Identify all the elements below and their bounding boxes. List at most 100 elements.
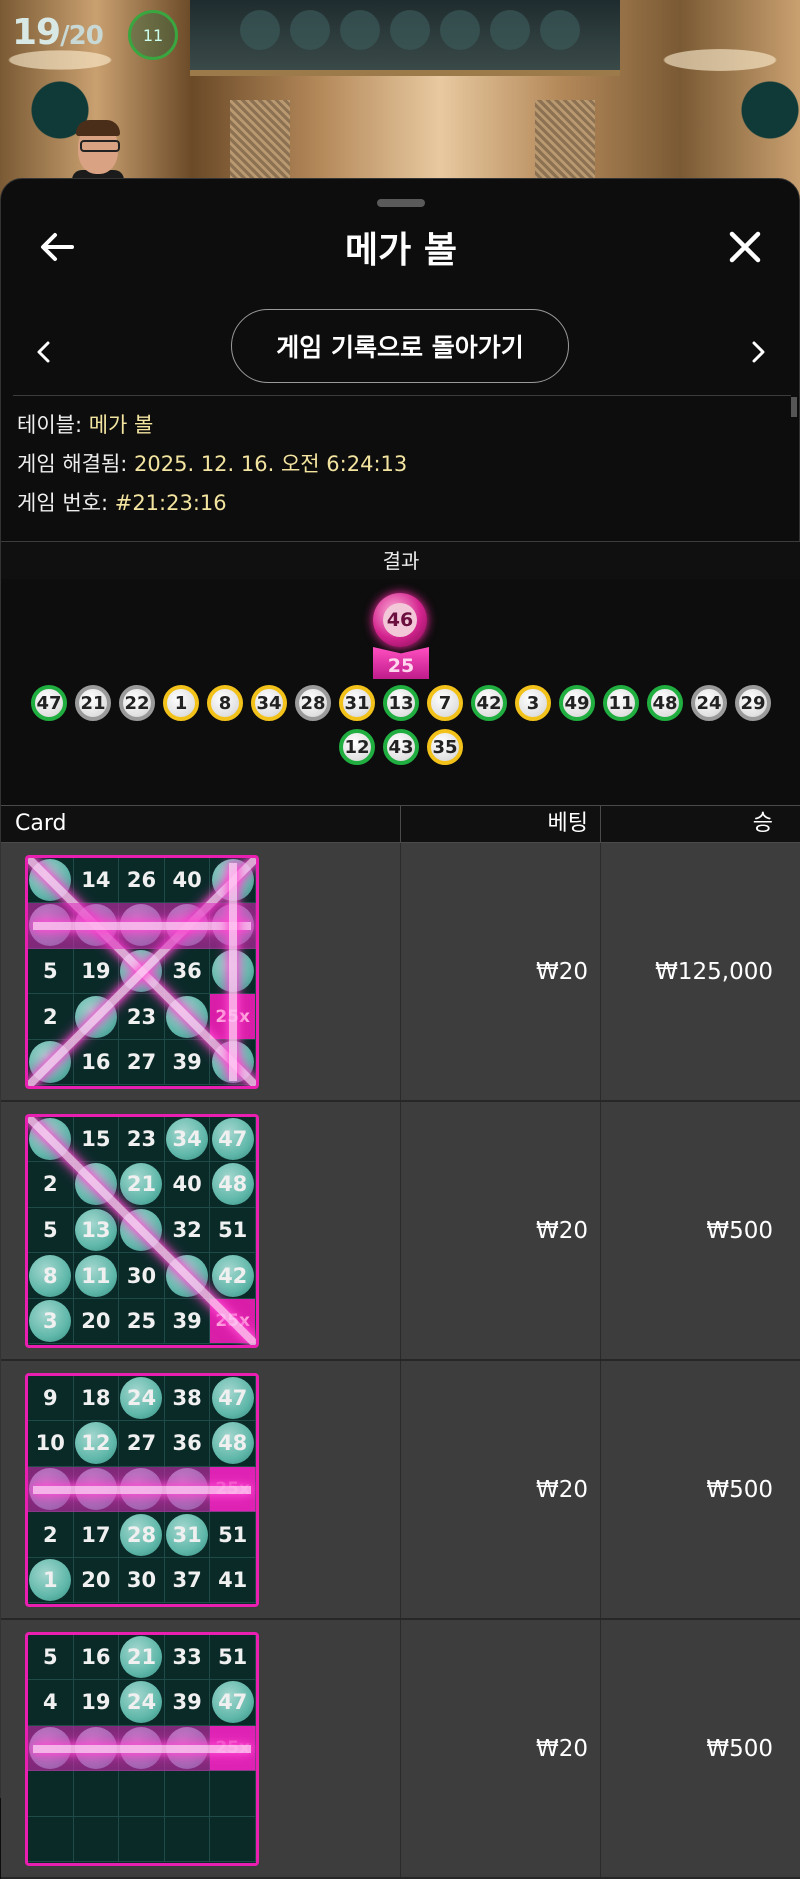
- card-square: 24: [119, 1375, 165, 1422]
- col-bet-header: 베팅: [401, 806, 601, 842]
- result-section: 46 25 47 21 22 1 8 34 28 31 13 7 42 3 49 11 48 24 29 12 43…: [1, 579, 800, 805]
- game-detail-panel: 메가 볼 게임 기록으로 돌아가기 테이블: 메가 볼 게임 해결됨: 2025…: [0, 178, 800, 1879]
- card-square: 8: [28, 1253, 74, 1299]
- card-square: 41: [210, 1557, 256, 1604]
- chevron-right-icon: [752, 341, 765, 363]
- card-square: 34: [164, 1116, 211, 1163]
- card-square: [73, 994, 120, 1040]
- card-square: 39: [164, 1039, 211, 1086]
- close-button[interactable]: [717, 219, 773, 275]
- card-square: 2: [28, 1512, 74, 1558]
- card-square: 48: [210, 1421, 256, 1467]
- card-square: [73, 1725, 120, 1772]
- card-square: 1: [28, 1557, 74, 1604]
- drawn-ball: 7: [427, 685, 463, 721]
- card-square: 2: [28, 1162, 74, 1208]
- card-square: 2: [28, 994, 74, 1040]
- card-square: 13: [73, 1207, 120, 1254]
- card-square: 25: [119, 1298, 165, 1345]
- card-square: 9: [28, 1375, 74, 1422]
- card-square: 16: [73, 1039, 120, 1086]
- drawn-ball: 21: [75, 685, 111, 721]
- card-square: 19: [73, 948, 120, 995]
- card-square: 47: [210, 1680, 256, 1726]
- decor-dot: [490, 10, 530, 50]
- card-square: 36: [164, 1421, 211, 1467]
- previous-game-button[interactable]: [23, 317, 63, 387]
- mega-square: 25x: [210, 1466, 256, 1513]
- card-square: 40: [164, 1162, 211, 1208]
- drawn-ball: 49: [559, 685, 595, 721]
- card-square: [73, 1466, 120, 1513]
- round-ring: 11: [128, 10, 178, 60]
- close-icon: [729, 231, 761, 263]
- card-square: [73, 1162, 120, 1208]
- card-square: [119, 1725, 165, 1772]
- card-square: 51: [210, 1634, 256, 1681]
- card-square: 38: [164, 1375, 211, 1422]
- card-square: 19: [73, 1680, 120, 1726]
- card-square: [73, 903, 120, 949]
- card-square: 18: [73, 1375, 120, 1422]
- scrollbar-thumb[interactable]: [791, 397, 797, 417]
- drawn-ball: 35: [427, 729, 463, 765]
- bet-amount: ₩20: [401, 1620, 601, 1877]
- table-body: 14 26 40 5 19 36 2 23 25x 16 27 39 ₩20 ₩125,000 15 23 34…: [1, 843, 800, 1879]
- game-info: 테이블: 메가 볼 게임 해결됨: 2025. 12. 16. 오전 6:24:…: [17, 409, 407, 526]
- card-square: [119, 1816, 165, 1863]
- win-amount: ₩500: [706, 1735, 773, 1762]
- card-square: 47: [210, 1375, 256, 1422]
- card-square: [119, 1207, 165, 1254]
- drawn-ball: 47: [31, 685, 67, 721]
- card-square: [119, 1466, 165, 1513]
- card-square: 20: [73, 1298, 120, 1345]
- card-square: 39: [164, 1298, 211, 1345]
- drawn-ball: 11: [603, 685, 639, 721]
- bet-amount: ₩20: [401, 1102, 601, 1359]
- card-square: [28, 857, 74, 904]
- card-square: [164, 994, 211, 1040]
- card-cell: 15 23 34 47 2 21 40 48 5 13 32 51 8 11 30 42 3 20 25 39 25x: [1, 1102, 401, 1359]
- drawn-ball: 28: [295, 685, 331, 721]
- card-square: 37: [164, 1557, 211, 1604]
- mega-square: 25x: [210, 1725, 256, 1772]
- card-square: 5: [28, 1207, 74, 1254]
- drawn-ball: 22: [119, 685, 155, 721]
- next-game-button[interactable]: [739, 317, 779, 387]
- decor-dot: [440, 10, 480, 50]
- table-row: 15 23 34 47 2 21 40 48 5 13 32 51 8 11 30 42 3 20 25 39 25x ₩…: [1, 1102, 800, 1361]
- card-square: [164, 1466, 211, 1513]
- table-row: 5 16 21 33 51 4 19 24 39 47 25x ₩20 ₩500: [1, 1620, 800, 1879]
- win-amount: ₩500: [706, 1217, 773, 1244]
- card-square: [164, 1253, 211, 1299]
- decor-dot: [540, 10, 580, 50]
- drawn-ball: 34: [251, 685, 287, 721]
- card-square: [119, 1771, 165, 1817]
- card-square: 12: [73, 1421, 120, 1467]
- card-square: 28: [119, 1512, 165, 1558]
- info-table: 테이블: 메가 볼: [17, 413, 154, 437]
- bet-amount: ₩20: [401, 843, 601, 1100]
- card-square: 33: [164, 1634, 211, 1681]
- divider: [13, 395, 791, 396]
- card-square: 5: [28, 948, 74, 995]
- card-square: 42: [210, 1253, 256, 1299]
- drag-handle[interactable]: [377, 199, 425, 207]
- win-amount: ₩500: [706, 1476, 773, 1503]
- card-square: 21: [119, 1162, 165, 1208]
- back-to-history-button[interactable]: 게임 기록으로 돌아가기: [231, 309, 569, 383]
- mega-square: 25x: [210, 994, 256, 1040]
- card-square: 27: [119, 1039, 165, 1086]
- drawn-ball: 43: [383, 729, 419, 765]
- card-square: [210, 1039, 256, 1086]
- table-row: 14 26 40 5 19 36 2 23 25x 16 27 39 ₩20 ₩125,000: [1, 843, 800, 1102]
- card-square: 5: [28, 1634, 74, 1681]
- card-square: [210, 1771, 256, 1817]
- card-square: [164, 1816, 211, 1863]
- card-square: 11: [73, 1253, 120, 1299]
- drawn-ball: 31: [339, 685, 375, 721]
- card-square: 23: [119, 1116, 165, 1163]
- card-square: [28, 1816, 74, 1863]
- info-resolved: 게임 해결됨: 2025. 12. 16. 오전 6:24:13: [17, 452, 408, 476]
- card-cell: 14 26 40 5 19 36 2 23 25x 16 27 39: [1, 843, 401, 1100]
